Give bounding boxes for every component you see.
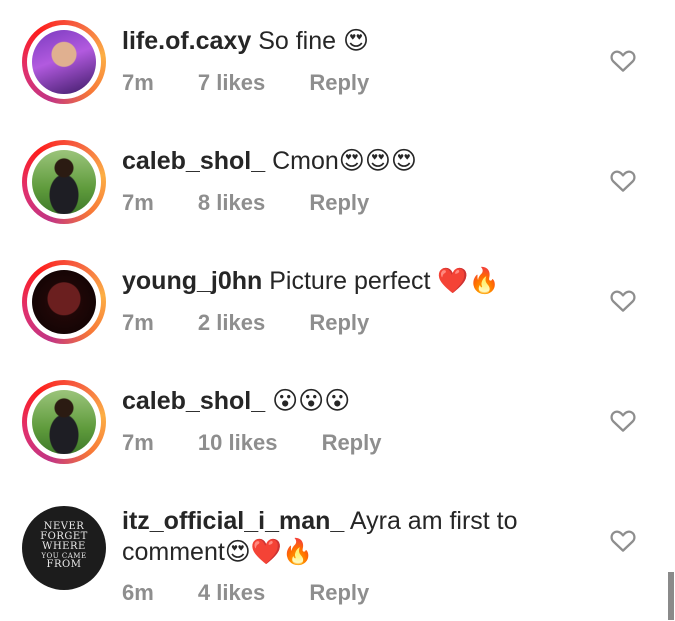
comment-username[interactable]: caleb_shol_: [122, 147, 265, 175]
heart-outline-icon[interactable]: [608, 525, 638, 555]
avatar[interactable]: [22, 260, 106, 344]
profile-photo: [32, 150, 96, 214]
comment-username[interactable]: life.of.caxy: [122, 27, 251, 55]
likes-count[interactable]: 2 likes: [198, 310, 265, 335]
comment-time: 6m: [122, 580, 154, 605]
reply-button[interactable]: Reply: [322, 430, 382, 455]
comment-username[interactable]: itz_official_i_man_: [122, 507, 344, 535]
comment-time: 7m: [122, 430, 154, 455]
likes-count[interactable]: 7 likes: [198, 70, 265, 95]
comment-text: Cmon😍😍😍: [272, 147, 417, 175]
comment-text: Picture perfect ❤️🔥: [269, 267, 500, 295]
avatar[interactable]: [22, 380, 106, 464]
comment-time: 7m: [122, 310, 154, 335]
avatar-text-line: WHERE: [42, 541, 86, 552]
reply-button[interactable]: Reply: [309, 580, 369, 605]
scrollbar[interactable]: [668, 572, 674, 620]
likes-count[interactable]: 4 likes: [198, 580, 265, 605]
avatar[interactable]: NEVER FORGET WHERE YOU CAME FROM: [22, 506, 106, 590]
avatar[interactable]: [22, 140, 106, 224]
heart-outline-icon[interactable]: [608, 45, 638, 75]
profile-photo: [32, 390, 96, 454]
profile-photo: NEVER FORGET WHERE YOU CAME FROM: [22, 506, 106, 590]
comment-text: So fine 😍: [258, 27, 370, 55]
reply-button[interactable]: Reply: [309, 70, 369, 95]
heart-outline-icon[interactable]: [608, 285, 638, 315]
comment-time: 7m: [122, 70, 154, 95]
comment-text: 😮😮😮: [272, 387, 351, 415]
likes-count[interactable]: 8 likes: [198, 190, 265, 215]
comment-username[interactable]: caleb_shol_: [122, 387, 265, 415]
comment-time: 7m: [122, 190, 154, 215]
profile-photo: [32, 270, 96, 334]
heart-outline-icon[interactable]: [608, 405, 638, 435]
reply-button[interactable]: Reply: [309, 190, 369, 215]
profile-photo: [32, 30, 96, 94]
avatar[interactable]: [22, 20, 106, 104]
reply-button[interactable]: Reply: [309, 310, 369, 335]
likes-count[interactable]: 10 likes: [198, 430, 278, 455]
comment-username[interactable]: young_j0hn: [122, 267, 262, 295]
heart-outline-icon[interactable]: [608, 165, 638, 195]
avatar-text-line: FROM: [46, 559, 82, 570]
